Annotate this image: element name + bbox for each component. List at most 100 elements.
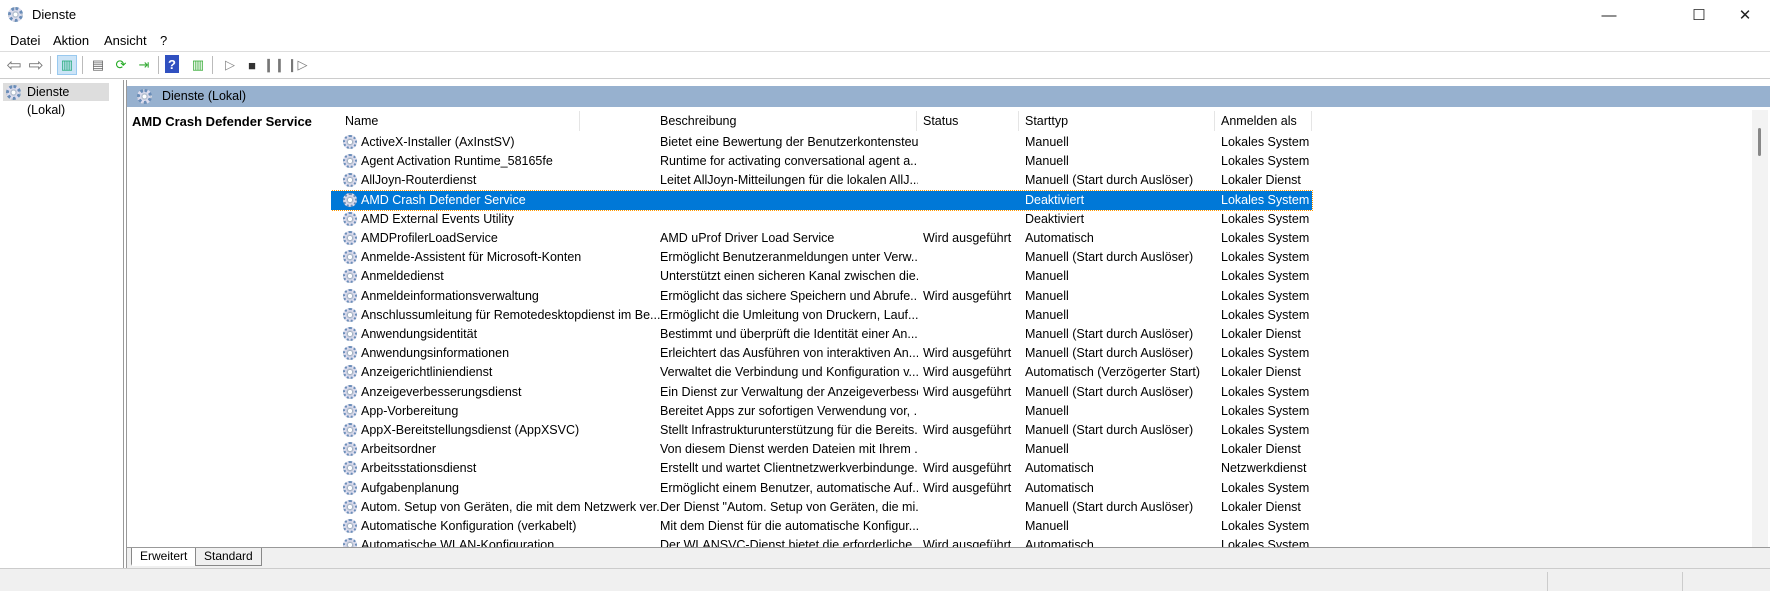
service-status — [923, 210, 1023, 229]
service-status — [923, 152, 1023, 171]
show-hide-tree-icon[interactable]: ▥ — [57, 55, 77, 75]
service-description: AMD uProf Driver Load Service — [660, 231, 835, 245]
forward-icon[interactable]: ⇨ — [26, 55, 46, 75]
service-row[interactable]: Anschlussumleitung für Remotedesktopdien… — [331, 306, 1312, 325]
service-row[interactable]: AMD Crash Defender Service Deaktiviert Lok… — [331, 189, 1313, 211]
service-row[interactable]: Arbeitsstationsdienst Erstellt und wartet… — [331, 459, 1312, 478]
service-logon: Lokales System — [1221, 538, 1310, 547]
tree-item-dienste-lokal[interactable]: Dienste (Lokal) — [3, 83, 109, 117]
services-icon — [6, 85, 21, 100]
resume-icon[interactable]: ❙▷ — [287, 55, 308, 75]
service-row[interactable]: AMD External Events Utility Deaktiviert Lo… — [331, 210, 1312, 229]
service-logon: Lokales System — [1221, 519, 1310, 533]
description-pane: AMD Crash Defender Service — [127, 107, 331, 547]
service-status — [923, 325, 1023, 344]
service-gear-icon — [343, 288, 357, 303]
properties-icon[interactable]: ▤ — [88, 55, 108, 75]
column-header-beschreibung[interactable]: Beschreibung — [654, 111, 917, 131]
service-logon: Lokales System — [1221, 135, 1310, 149]
service-row[interactable]: Anwendungsidentität Bestimmt und überprüf… — [331, 325, 1312, 344]
service-row[interactable]: App-Vorbereitung Bereitet Apps zur sofort… — [331, 402, 1312, 421]
title-bar: Dienste — ☐ ✕ — [0, 0, 1770, 30]
service-starttype: Manuell — [1025, 154, 1069, 169]
service-starttype: Manuell — [1025, 288, 1069, 303]
service-description: Stellt Infrastrukturunterstützung für di… — [660, 423, 918, 437]
stop-icon[interactable]: ■ — [242, 55, 262, 75]
service-status — [923, 191, 1023, 210]
service-name: Arbeitsordner — [361, 442, 437, 457]
service-gear-icon — [343, 365, 357, 380]
scrollbar-thumb[interactable] — [1758, 128, 1761, 156]
service-status: Wird ausgeführt — [923, 538, 1012, 547]
menu-datei[interactable]: Datei — [10, 33, 40, 48]
service-gear-icon — [343, 461, 357, 476]
service-status — [923, 171, 1023, 190]
service-row[interactable]: Agent Activation Runtime_58165fe Runtime … — [331, 152, 1312, 171]
service-name: Anmeldeinformationsverwaltung — [361, 288, 539, 303]
service-logon: Lokaler Dienst — [1221, 327, 1301, 341]
service-row[interactable]: Autom. Setup von Geräten, die mit dem Ne… — [331, 498, 1312, 517]
service-description: Ermöglicht das sichere Speichern und Abr… — [660, 288, 918, 303]
minimize-button[interactable]: — — [1586, 0, 1632, 30]
services-app-icon — [8, 7, 23, 22]
service-gear-icon — [343, 327, 357, 341]
vertical-scrollbar[interactable] — [1752, 110, 1768, 547]
service-gear-icon — [343, 346, 357, 361]
service-row[interactable]: Anzeigeverbesserungsdienst Ein Dienst zur… — [331, 383, 1312, 402]
service-description: Ein Dienst zur Verwaltung der Anzeigever… — [660, 384, 918, 399]
pane-header: Dienste (Lokal) — [127, 86, 1770, 107]
service-name: AllJoyn-Routerdienst — [361, 173, 477, 188]
service-row[interactable]: Arbeitsordner Von diesem Dienst werden Da… — [331, 440, 1312, 459]
menu-aktion[interactable]: Aktion — [53, 33, 89, 48]
service-logon: Lokales System — [1221, 192, 1310, 207]
service-row[interactable]: AMDProfilerLoadService AMD uProf Driver L… — [331, 229, 1312, 248]
service-starttype: Manuell — [1025, 519, 1069, 533]
service-gear-icon — [343, 173, 357, 188]
help-icon[interactable]: ? — [165, 55, 179, 73]
service-row[interactable]: Automatische Konfiguration (verkabelt) Mi… — [331, 517, 1312, 536]
service-row[interactable]: Anzeigerichtliniendienst Verwaltet die Ve… — [331, 363, 1312, 382]
service-status: Wird ausgeführt — [923, 231, 1012, 245]
service-row[interactable]: Anmeldeinformationsverwaltung Ermöglicht … — [331, 287, 1312, 306]
service-description: Erleichtert das Ausführen von interaktiv… — [660, 346, 918, 361]
show-action-pane-icon[interactable]: ▥ — [188, 55, 208, 75]
service-description: Der Dienst "Autom. Setup von Geräten, di… — [660, 499, 918, 514]
service-description: Mit dem Dienst für die automatische Konf… — [660, 519, 918, 533]
service-row[interactable]: Automatische WLAN-Konfiguration Der WLANS… — [331, 536, 1312, 547]
menu-ansicht[interactable]: Ansicht — [104, 33, 147, 48]
service-name: Anmelde-Assistent für Microsoft-Konten — [361, 250, 582, 265]
service-row[interactable]: Anwendungsinformationen Erleichtert das A… — [331, 344, 1312, 363]
service-row[interactable]: ActiveX-Installer (AxInstSV) Bietet eine … — [331, 133, 1312, 152]
tab-standard[interactable]: Standard — [195, 548, 262, 566]
service-starttype: Automatisch — [1025, 538, 1094, 547]
service-row[interactable]: Anmelde-Assistent für Microsoft-Konten Er… — [331, 248, 1312, 267]
service-status: Wird ausgeführt — [923, 288, 1012, 303]
services-icon — [137, 89, 152, 104]
maximize-button[interactable]: ☐ — [1676, 0, 1722, 30]
service-description: Bestimmt und überprüft die Identität ein… — [660, 327, 918, 341]
close-button[interactable]: ✕ — [1722, 0, 1768, 30]
pause-icon[interactable]: ❙❙ — [263, 55, 285, 75]
service-starttype: Manuell — [1025, 403, 1069, 418]
service-gear-icon — [343, 538, 357, 547]
column-header-starttyp[interactable]: Starttyp — [1019, 111, 1215, 131]
service-row[interactable]: Aufgabenplanung Ermöglicht einem Benutzer… — [331, 479, 1312, 498]
tab-erweitert[interactable]: Erweitert — [131, 548, 197, 566]
service-row[interactable]: AllJoyn-Routerdienst Leitet AllJoyn-Mitte… — [331, 171, 1312, 190]
export-list-icon[interactable]: ⇥ — [134, 55, 154, 75]
service-name: Anwendungsidentität — [361, 327, 478, 341]
back-icon[interactable]: ⇦ — [4, 55, 24, 75]
service-row[interactable]: AppX-Bereitstellungsdienst (AppXSVC) Stel… — [331, 421, 1312, 440]
column-header-status[interactable]: Status — [917, 111, 1019, 131]
service-name: Anzeigerichtliniendienst — [361, 365, 493, 380]
service-row[interactable]: Anmeldedienst Unterstützt einen sicheren … — [331, 267, 1312, 286]
refresh-icon[interactable]: ⟳ — [111, 55, 131, 75]
column-header-name[interactable]: Name — [339, 111, 580, 131]
menu-help[interactable]: ? — [160, 33, 167, 48]
tree-item-label: Dienste (Lokal) — [27, 85, 70, 117]
service-gear-icon — [343, 307, 357, 322]
column-header-anmelden-als[interactable]: Anmelden als — [1215, 111, 1312, 131]
service-gear-icon — [343, 423, 357, 437]
start-icon[interactable]: ▷ — [220, 55, 240, 75]
service-name: Anmeldedienst — [361, 269, 444, 284]
